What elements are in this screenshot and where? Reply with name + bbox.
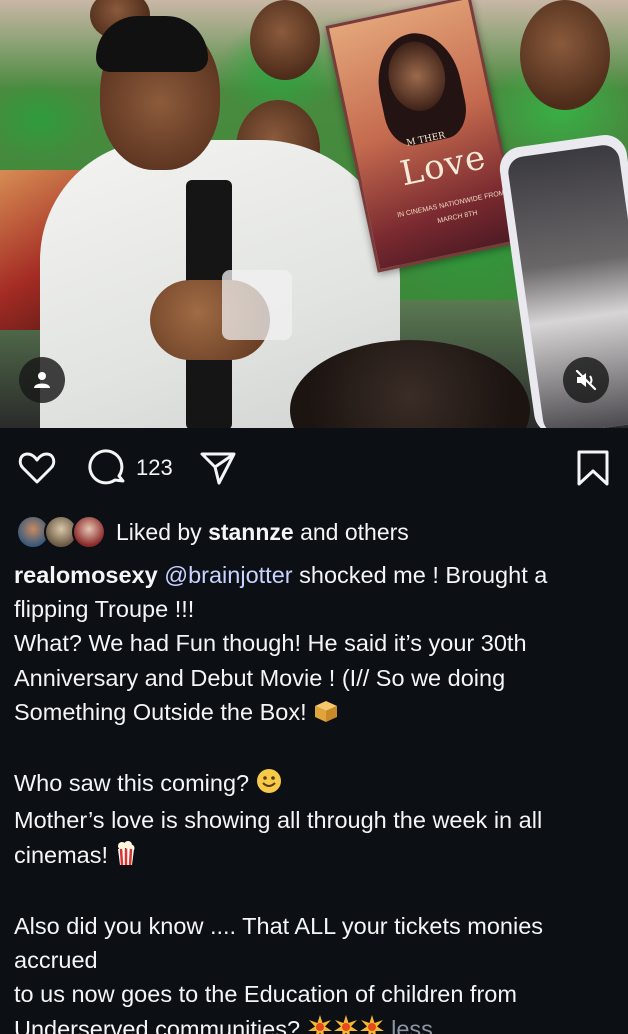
author-username[interactable]: realomosexy <box>14 562 158 588</box>
collision-emoji <box>359 1014 385 1034</box>
crowd-face <box>250 0 320 80</box>
heart-outline-icon <box>18 452 56 484</box>
comment-button[interactable]: 123 <box>88 448 173 488</box>
crowd-face <box>520 0 610 110</box>
paper-plane-icon <box>200 452 236 485</box>
avatar <box>72 515 106 549</box>
caption-line: What? We had Fun though! He said it’s yo… <box>14 630 532 725</box>
save-button[interactable] <box>574 448 612 488</box>
collision-emoji <box>307 1014 333 1034</box>
post-media[interactable]: M THER Love IN CINEMAS NATIONWIDE FROM M… <box>0 0 628 428</box>
like-button[interactable] <box>17 448 57 488</box>
liked-by-text: Liked by stannze and others <box>116 519 409 546</box>
caption-line: Mother’s love is showing all through the… <box>14 807 549 868</box>
liked-by-prefix: Liked by <box>116 518 209 545</box>
post-caption: realomosexy @brainjotter shocked me ! Br… <box>14 558 620 1034</box>
caption-line: to us now goes to the Education of child… <box>14 981 524 1034</box>
liked-by-row[interactable]: Liked by stannze and others <box>16 514 409 550</box>
cup <box>222 270 292 340</box>
comment-count: 123 <box>136 455 173 480</box>
liked-by-suffix: and others <box>293 518 409 545</box>
man-hair <box>96 16 208 72</box>
collision-emoji <box>333 1014 359 1034</box>
tags-button[interactable] <box>19 357 65 403</box>
speech-bubble-icon <box>88 449 125 485</box>
bookmark-icon <box>577 450 609 486</box>
smiling-face-emoji <box>256 768 282 803</box>
poster-date: MARCH 8TH <box>436 209 479 226</box>
caption-line: Who saw this coming? <box>14 770 256 797</box>
caption-line: Also did you know .... That ALL your tic… <box>14 913 550 974</box>
person-tag-icon <box>34 372 50 388</box>
mute-button[interactable] <box>563 357 609 403</box>
liker-avatars <box>16 515 108 549</box>
share-button[interactable] <box>198 448 238 488</box>
mention-link[interactable]: @brainjotter <box>164 562 292 588</box>
popcorn-emoji <box>115 840 137 875</box>
action-bar: 123 <box>0 428 628 510</box>
liked-by-user[interactable]: stannze <box>208 519 294 545</box>
package-emoji <box>313 698 339 732</box>
speaker-muted-icon <box>575 369 597 391</box>
less-link[interactable]: less <box>391 1016 433 1034</box>
